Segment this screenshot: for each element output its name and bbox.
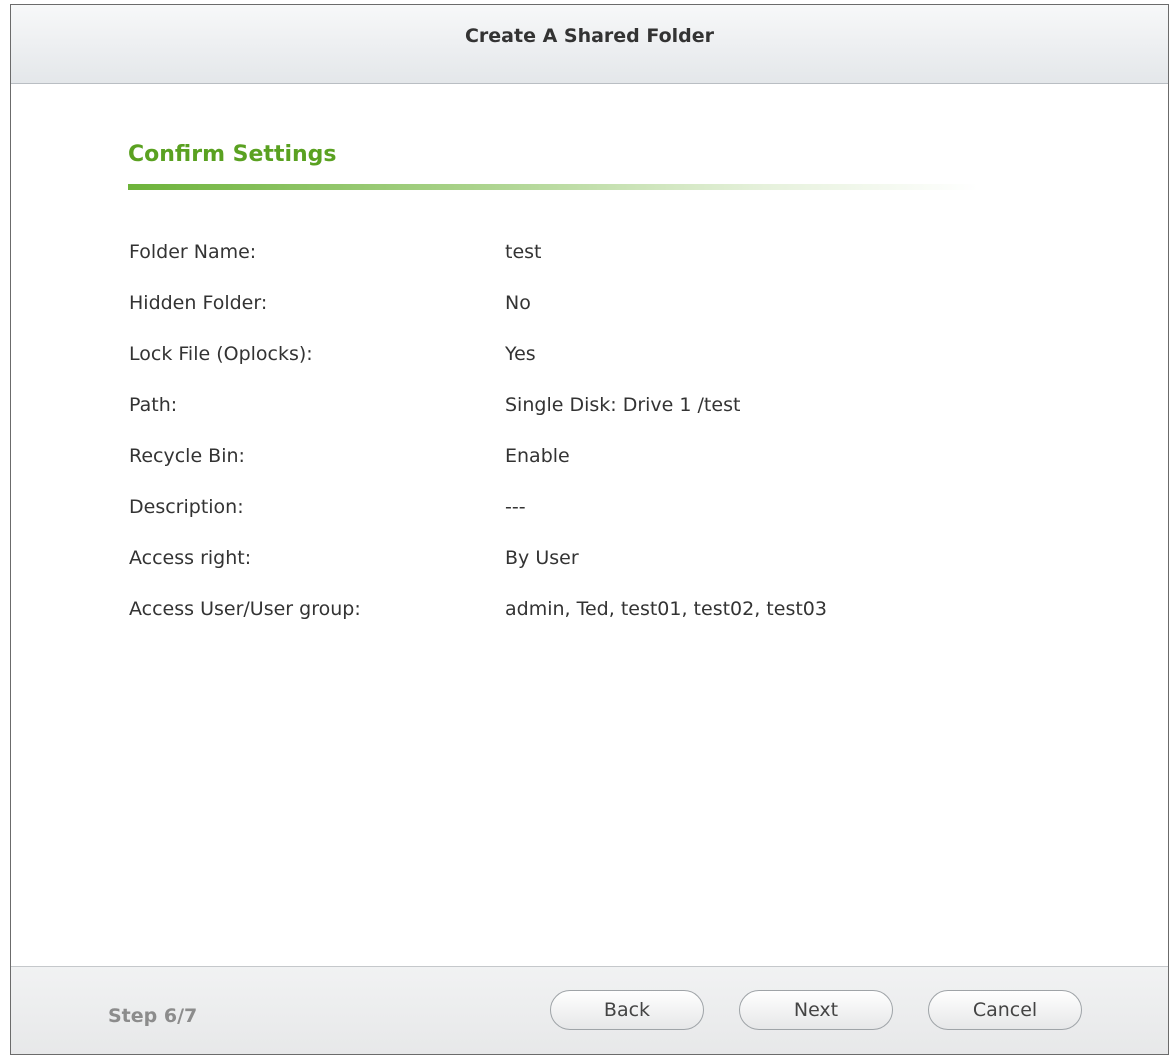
dialog-titlebar[interactable]: Create A Shared Folder (11, 5, 1168, 84)
setting-label: Lock File (Oplocks): (129, 343, 313, 365)
setting-label: Access User/User group: (129, 598, 361, 620)
section-title: Confirm Settings (128, 142, 337, 167)
setting-value: No (505, 292, 531, 314)
setting-label: Recycle Bin: (129, 445, 245, 467)
setting-row-description: Description: --- (129, 496, 827, 547)
step-indicator: Step 6/7 (108, 1005, 198, 1027)
settings-summary: Folder Name: test Hidden Folder: No Lock… (129, 241, 827, 649)
cancel-button[interactable]: Cancel (928, 990, 1082, 1030)
setting-value: Enable (505, 445, 570, 467)
setting-row-recycle-bin: Recycle Bin: Enable (129, 445, 827, 496)
dialog-footer: Step 6/7 Back Next Cancel (11, 966, 1168, 1054)
setting-value: test (505, 241, 542, 263)
setting-value: Yes (505, 343, 536, 365)
setting-label: Access right: (129, 547, 252, 569)
setting-value: Single Disk: Drive 1 /test (505, 394, 741, 416)
next-button[interactable]: Next (739, 990, 893, 1030)
section-divider (128, 184, 978, 190)
setting-row-folder-name: Folder Name: test (129, 241, 827, 292)
dialog-content: Confirm Settings Folder Name: test Hidde… (11, 84, 1168, 968)
setting-label: Hidden Folder: (129, 292, 268, 314)
dialog-title: Create A Shared Folder (464, 25, 715, 47)
setting-label: Folder Name: (129, 241, 257, 263)
setting-value: admin, Ted, test01, test02, test03 (505, 598, 827, 620)
setting-row-path: Path: Single Disk: Drive 1 /test (129, 394, 827, 445)
setting-label: Description: (129, 496, 244, 518)
setting-row-hidden-folder: Hidden Folder: No (129, 292, 827, 343)
background-edge (0, 0, 10, 1059)
setting-row-lock-file: Lock File (Oplocks): Yes (129, 343, 827, 394)
setting-row-access-right: Access right: By User (129, 547, 827, 598)
create-shared-folder-dialog: Create A Shared Folder Confirm Settings … (10, 4, 1169, 1055)
setting-label: Path: (129, 394, 178, 416)
setting-row-access-users: Access User/User group: admin, Ted, test… (129, 598, 827, 649)
setting-value: --- (505, 496, 526, 518)
back-button[interactable]: Back (550, 990, 704, 1030)
setting-value: By User (505, 547, 579, 569)
